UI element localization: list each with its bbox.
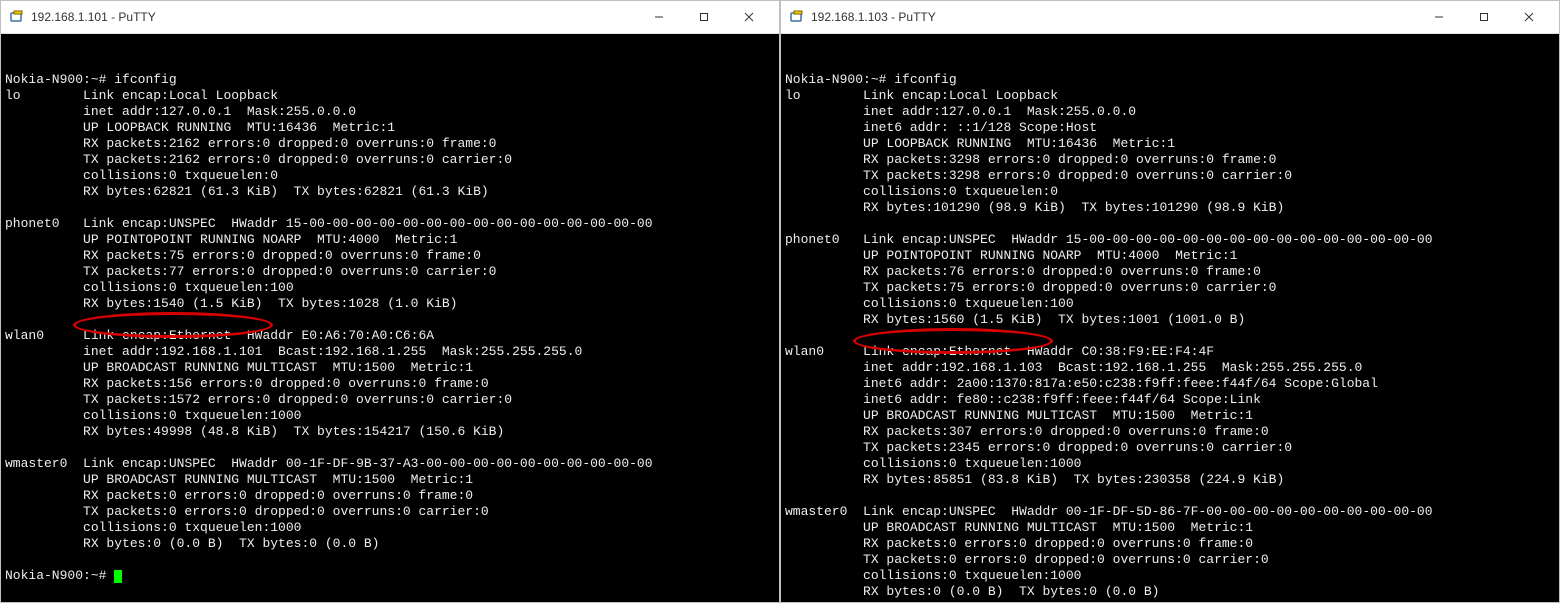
wmaster0-line: RX packets:0 errors:0 dropped:0 overruns… — [83, 488, 473, 503]
wlan0-line: collisions:0 txqueuelen:1000 — [863, 456, 1081, 471]
close-button[interactable] — [1506, 7, 1551, 27]
wmaster0-line: collisions:0 txqueuelen:1000 — [83, 520, 301, 535]
iface-phonet0: phonet0 — [5, 216, 60, 231]
lo-line: collisions:0 txqueuelen:0 — [83, 168, 278, 183]
window-title: 192.168.1.103 - PuTTY — [811, 10, 1416, 24]
phonet0-line: RX packets:76 errors:0 dropped:0 overrun… — [863, 264, 1261, 279]
lo-line: TX packets:2162 errors:0 dropped:0 overr… — [83, 152, 512, 167]
wlan0-line: RX packets:307 errors:0 dropped:0 overru… — [863, 424, 1269, 439]
wmaster0-line: RX bytes:0 (0.0 B) TX bytes:0 (0.0 B) — [83, 536, 379, 551]
command: ifconfig — [894, 72, 956, 87]
lo-line: RX bytes:62821 (61.3 KiB) TX bytes:62821… — [83, 184, 489, 199]
lo-line: RX bytes:101290 (98.9 KiB) TX bytes:1012… — [863, 200, 1284, 215]
wmaster0-line: TX packets:0 errors:0 dropped:0 overruns… — [83, 504, 489, 519]
phonet0-line: collisions:0 txqueuelen:100 — [863, 296, 1074, 311]
phonet0-line: TX packets:77 errors:0 dropped:0 overrun… — [83, 264, 496, 279]
wmaster0-line: UP BROADCAST RUNNING MULTICAST MTU:1500 … — [863, 520, 1253, 535]
phonet0-line: RX bytes:1560 (1.5 KiB) TX bytes:1001 (1… — [863, 312, 1245, 327]
wlan0-line: TX packets:2345 errors:0 dropped:0 overr… — [863, 440, 1292, 455]
minimize-button[interactable] — [1416, 7, 1461, 27]
wlan0-line: UP BROADCAST RUNNING MULTICAST MTU:1500 … — [863, 408, 1253, 423]
wmaster0-line: Link encap:UNSPEC HWaddr 00-1F-DF-5D-86-… — [863, 504, 1433, 519]
iface-wlan0: wlan0 — [5, 328, 44, 343]
iface-phonet0: phonet0 — [785, 232, 840, 247]
phonet0-line: collisions:0 txqueuelen:100 — [83, 280, 294, 295]
phonet0-line: TX packets:75 errors:0 dropped:0 overrun… — [863, 280, 1276, 295]
lo-line: UP LOOPBACK RUNNING MTU:16436 Metric:1 — [863, 136, 1175, 151]
phonet0-line: Link encap:UNSPEC HWaddr 15-00-00-00-00-… — [83, 216, 653, 231]
minimize-button[interactable] — [636, 7, 681, 27]
maximize-button[interactable] — [681, 7, 726, 27]
wlan0-line: UP BROADCAST RUNNING MULTICAST MTU:1500 … — [83, 360, 473, 375]
lo-line: Link encap:Local Loopback — [863, 88, 1058, 103]
command: ifconfig — [114, 72, 176, 87]
terminal-right[interactable]: Nokia-N900:~# ifconfig lo Link encap:Loc… — [781, 34, 1559, 602]
phonet0-line: UP POINTOPOINT RUNNING NOARP MTU:4000 Me… — [83, 232, 457, 247]
wlan0-line: collisions:0 txqueuelen:1000 — [83, 408, 301, 423]
close-button[interactable] — [726, 7, 771, 27]
cursor-icon — [114, 570, 122, 583]
lo-line: inet6 addr: ::1/128 Scope:Host — [863, 120, 1097, 135]
phonet0-line: RX bytes:1540 (1.5 KiB) TX bytes:1028 (1… — [83, 296, 457, 311]
lo-line: UP LOOPBACK RUNNING MTU:16436 Metric:1 — [83, 120, 395, 135]
iface-wmaster0: wmaster0 — [5, 456, 67, 471]
wlan0-line: RX bytes:85851 (83.8 KiB) TX bytes:23035… — [863, 472, 1284, 487]
lo-line: inet addr:127.0.0.1 Mask:255.0.0.0 — [863, 104, 1136, 119]
titlebar-left[interactable]: 192.168.1.101 - PuTTY — [1, 1, 779, 34]
wlan0-line: RX bytes:49998 (48.8 KiB) TX bytes:15421… — [83, 424, 504, 439]
putty-icon — [9, 9, 25, 25]
iface-wmaster0: wmaster0 — [785, 504, 847, 519]
lo-line: collisions:0 txqueuelen:0 — [863, 184, 1058, 199]
phonet0-line: Link encap:UNSPEC HWaddr 15-00-00-00-00-… — [863, 232, 1433, 247]
lo-line: RX packets:3298 errors:0 dropped:0 overr… — [863, 152, 1276, 167]
wlan0-inet-addr: inet addr:192.168.1.103 Bcast:192.168.1.… — [863, 360, 1362, 375]
phonet0-line: UP POINTOPOINT RUNNING NOARP MTU:4000 Me… — [863, 248, 1237, 263]
wlan0-line: TX packets:1572 errors:0 dropped:0 overr… — [83, 392, 512, 407]
window-controls — [636, 7, 771, 27]
titlebar-right[interactable]: 192.168.1.103 - PuTTY — [781, 1, 1559, 34]
lo-line: TX packets:3298 errors:0 dropped:0 overr… — [863, 168, 1292, 183]
putty-window-right: 192.168.1.103 - PuTTY Nokia-N900:~# ifco… — [780, 0, 1560, 603]
wmaster0-line: UP BROADCAST RUNNING MULTICAST MTU:1500 … — [83, 472, 473, 487]
putty-icon — [789, 9, 805, 25]
wlan0-line: Link encap:Ethernet HWaddr E0:A6:70:A0:C… — [83, 328, 434, 343]
prompt: Nokia-N900:~# — [785, 72, 886, 87]
lo-line: inet addr:127.0.0.1 Mask:255.0.0.0 — [83, 104, 356, 119]
wlan0-line: inet6 addr: 2a00:1370:817a:e50:c238:f9ff… — [863, 376, 1378, 391]
iface-lo: lo — [785, 88, 801, 103]
wmaster0-line: TX packets:0 errors:0 dropped:0 overruns… — [863, 552, 1269, 567]
putty-window-left: 192.168.1.101 - PuTTY Nokia-N900:~# ifco… — [0, 0, 780, 603]
window-title: 192.168.1.101 - PuTTY — [31, 10, 636, 24]
prompt: Nokia-N900:~# — [5, 72, 106, 87]
lo-line: Link encap:Local Loopback — [83, 88, 278, 103]
terminal-left[interactable]: Nokia-N900:~# ifconfig lo Link encap:Loc… — [1, 34, 779, 602]
phonet0-line: RX packets:75 errors:0 dropped:0 overrun… — [83, 248, 481, 263]
wlan0-line: inet6 addr: fe80::c238:f9ff:feee:f44f/64… — [863, 392, 1261, 407]
wmaster0-line: Link encap:UNSPEC HWaddr 00-1F-DF-9B-37-… — [83, 456, 653, 471]
iface-lo: lo — [5, 88, 21, 103]
lo-line: RX packets:2162 errors:0 dropped:0 overr… — [83, 136, 496, 151]
wlan0-inet-addr: inet addr:192.168.1.101 Bcast:192.168.1.… — [83, 344, 582, 359]
wlan0-line: Link encap:Ethernet HWaddr C0:38:F9:EE:F… — [863, 344, 1214, 359]
maximize-button[interactable] — [1461, 7, 1506, 27]
window-controls — [1416, 7, 1551, 27]
wmaster0-line: collisions:0 txqueuelen:1000 — [863, 568, 1081, 583]
wmaster0-line: RX packets:0 errors:0 dropped:0 overruns… — [863, 536, 1253, 551]
wlan0-line: RX packets:156 errors:0 dropped:0 overru… — [83, 376, 489, 391]
wmaster0-line: RX bytes:0 (0.0 B) TX bytes:0 (0.0 B) — [863, 584, 1159, 599]
prompt: Nokia-N900:~# — [5, 568, 106, 583]
iface-wlan0: wlan0 — [785, 344, 824, 359]
